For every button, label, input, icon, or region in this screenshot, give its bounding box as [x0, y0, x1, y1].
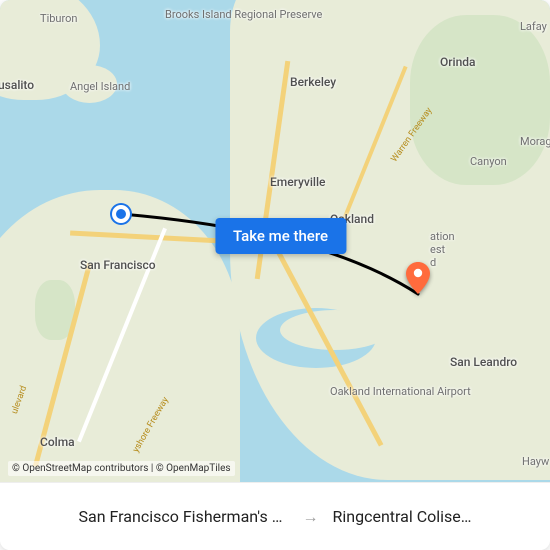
map-place-label: Brooks Island Regional Preserve [165, 8, 322, 21]
take-me-there-button[interactable]: Take me there [215, 218, 346, 254]
map-attribution: © OpenStreetMap contributors | © OpenMap… [8, 461, 235, 476]
origin-marker [112, 205, 130, 223]
map-place-label: San Francisco [80, 258, 156, 272]
map-place-label: Colma [40, 435, 75, 449]
map-place-label: usalito [0, 78, 34, 92]
map-place-label: est [430, 243, 445, 256]
land-alameda [280, 310, 390, 350]
map-place-label: San Leandro [450, 355, 517, 369]
map-place-label: Angel Island [70, 80, 130, 93]
land-airport [330, 375, 425, 430]
map-place-label: Berkeley [290, 75, 336, 89]
route-footer: San Francisco Fisherman's W… → Ringcentr… [0, 482, 550, 550]
map-place-label: Emeryville [270, 175, 325, 189]
map-canvas[interactable]: Tiburon Brooks Island Regional Preserve Or… [0, 0, 550, 482]
route-to-label: Ringcentral Colise… [333, 507, 472, 526]
map-place-label: Morag [520, 135, 550, 148]
arrow-icon: → [303, 507, 319, 527]
route-card: Tiburon Brooks Island Regional Preserve Or… [0, 0, 550, 550]
map-place-label: Lafay [520, 20, 547, 33]
map-place-label: ation [430, 230, 455, 243]
map-place-label: Hayw [522, 455, 549, 468]
route-from-label: San Francisco Fisherman's W… [79, 507, 289, 526]
map-place-label: Oakland International Airport [330, 385, 471, 398]
destination-marker [406, 262, 430, 294]
map-place-label: Tiburon [40, 12, 77, 25]
map-place-label: d [430, 256, 436, 269]
map-place-label: Canyon [470, 155, 507, 168]
map-place-label: Orinda [440, 55, 475, 69]
